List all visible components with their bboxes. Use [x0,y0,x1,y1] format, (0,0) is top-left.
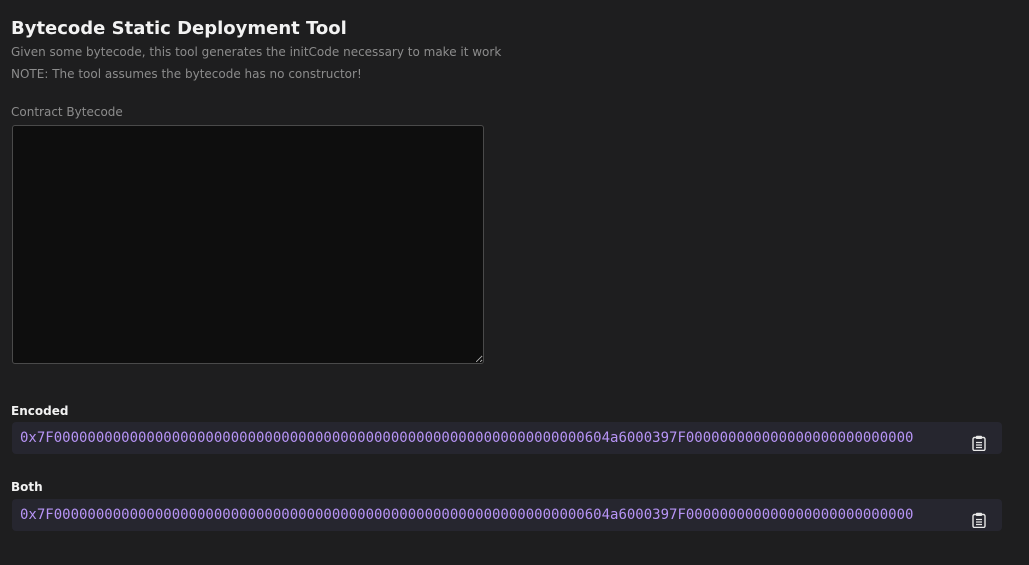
encoded-copy-button[interactable] [972,435,986,451]
encoded-label: Encoded [11,404,69,418]
contract-bytecode-label: Contract Bytecode [11,105,123,119]
page-title: Bytecode Static Deployment Tool [11,18,347,39]
clipboard-icon [972,435,986,451]
contract-bytecode-input[interactable] [12,125,484,364]
both-output: 0x7F000000000000000000000000000000000000… [12,499,1002,531]
page-note: NOTE: The tool assumes the bytecode has … [11,67,362,81]
encoded-output: 0x7F000000000000000000000000000000000000… [12,422,1002,454]
page-description: Given some bytecode, this tool generates… [11,45,502,59]
clipboard-icon [972,512,986,528]
encoded-output-text: 0x7F000000000000000000000000000000000000… [20,430,914,446]
both-copy-button[interactable] [972,512,986,528]
both-label: Both [11,480,43,494]
both-output-text: 0x7F000000000000000000000000000000000000… [20,507,914,523]
